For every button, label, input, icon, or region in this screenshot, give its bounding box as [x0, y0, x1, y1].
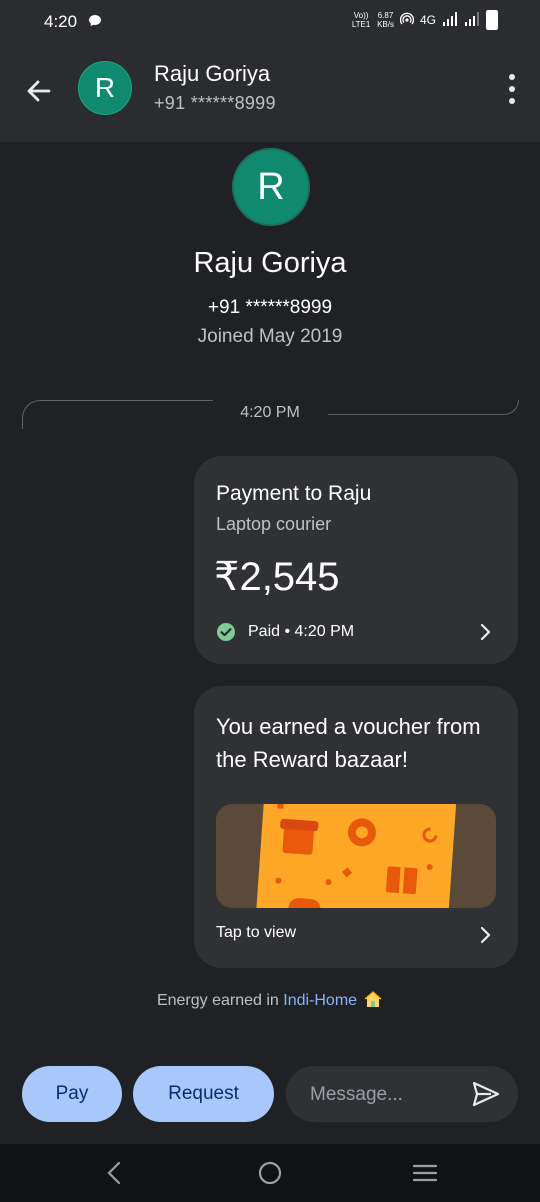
network-speed: 6.87 KB/s [377, 11, 394, 29]
energy-note-text: Energy earned in [156, 992, 284, 1009]
signal-icon [442, 11, 458, 29]
app-bar: R Raju Goriya +91 ******8999 [0, 44, 540, 142]
send-icon [472, 1081, 500, 1107]
network-type: 4G [419, 13, 436, 27]
payment-amount: ₹2,545 [214, 555, 340, 599]
reward-action-label: Tap to view [216, 924, 297, 941]
volte-indicator: Vo)) LTE1 [351, 11, 371, 29]
contact-avatar[interactable]: R [78, 61, 132, 115]
profile-phone: +91 ******8999 [207, 297, 333, 318]
pay-button[interactable]: Pay [22, 1066, 122, 1122]
chat-notification-icon [88, 14, 102, 32]
reward-card[interactable]: You earned a voucher from the Reward baz… [194, 686, 518, 968]
contact-name[interactable]: Raju Goriya [154, 61, 270, 87]
status-time: 4:20 [44, 12, 78, 31]
payment-title: Payment to Raju [216, 482, 372, 505]
nav-back-button[interactable] [104, 1161, 124, 1185]
voucher-illustration [255, 804, 457, 908]
send-button[interactable] [472, 1081, 500, 1107]
system-navigation-bar [0, 1144, 540, 1202]
voucher-icons [275, 804, 438, 908]
dot [509, 98, 515, 104]
nav-recents-button[interactable] [412, 1163, 438, 1183]
check-circle-icon [217, 623, 235, 641]
payment-description: Laptop courier [216, 514, 332, 534]
network-speed-unit: KB/s [377, 20, 394, 29]
back-button[interactable] [22, 74, 56, 108]
battery-icon [486, 10, 498, 30]
chevron-right-icon [480, 926, 491, 944]
reward-voucher-image [216, 804, 496, 908]
message-composer [286, 1066, 518, 1122]
indi-home-link[interactable]: Indi-Home [283, 992, 357, 1009]
network-speed-value: 6.87 [377, 11, 394, 20]
energy-note: Energy earned in Indi-Home [0, 990, 540, 1013]
profile-avatar: R [232, 148, 310, 226]
divider-line-left [22, 400, 213, 429]
status-bar: 4:20 Vo)) LTE1 6.87 KB/s 4G [0, 0, 540, 44]
menu-lines-icon [412, 1164, 438, 1182]
divider-line-right [328, 400, 519, 415]
payment-status-text: Paid • 4:20 PM [248, 623, 355, 640]
profile-joined-date: Joined May 2019 [197, 326, 343, 347]
circle-home-icon [258, 1161, 282, 1185]
nav-home-button[interactable] [258, 1161, 282, 1185]
signal-icon-secondary [464, 11, 480, 29]
status-indicators: Vo)) LTE1 6.87 KB/s 4G [351, 10, 498, 30]
bottom-action-bar: Pay Request [0, 1066, 540, 1124]
arrow-left-icon [27, 80, 51, 102]
dot [509, 86, 515, 92]
chevron-right-icon [480, 623, 491, 641]
message-timestamp: 4:20 PM [240, 404, 300, 421]
dot [509, 74, 515, 80]
payment-card[interactable]: Payment to Raju Laptop courier ₹2,545 Pa… [194, 456, 518, 664]
more-options-button[interactable] [506, 74, 518, 104]
house-icon [363, 990, 383, 1013]
profile-name: Raju Goriya [193, 247, 347, 279]
message-input[interactable] [308, 1080, 462, 1110]
contact-phone: +91 ******8999 [154, 93, 276, 113]
payment-status: Paid • 4:20 PM [216, 622, 354, 642]
chevron-left-icon [107, 1161, 121, 1185]
request-button[interactable]: Request [133, 1066, 274, 1122]
hotspot-icon [399, 12, 415, 29]
reward-title: You earned a voucher from the Reward baz… [216, 714, 481, 772]
